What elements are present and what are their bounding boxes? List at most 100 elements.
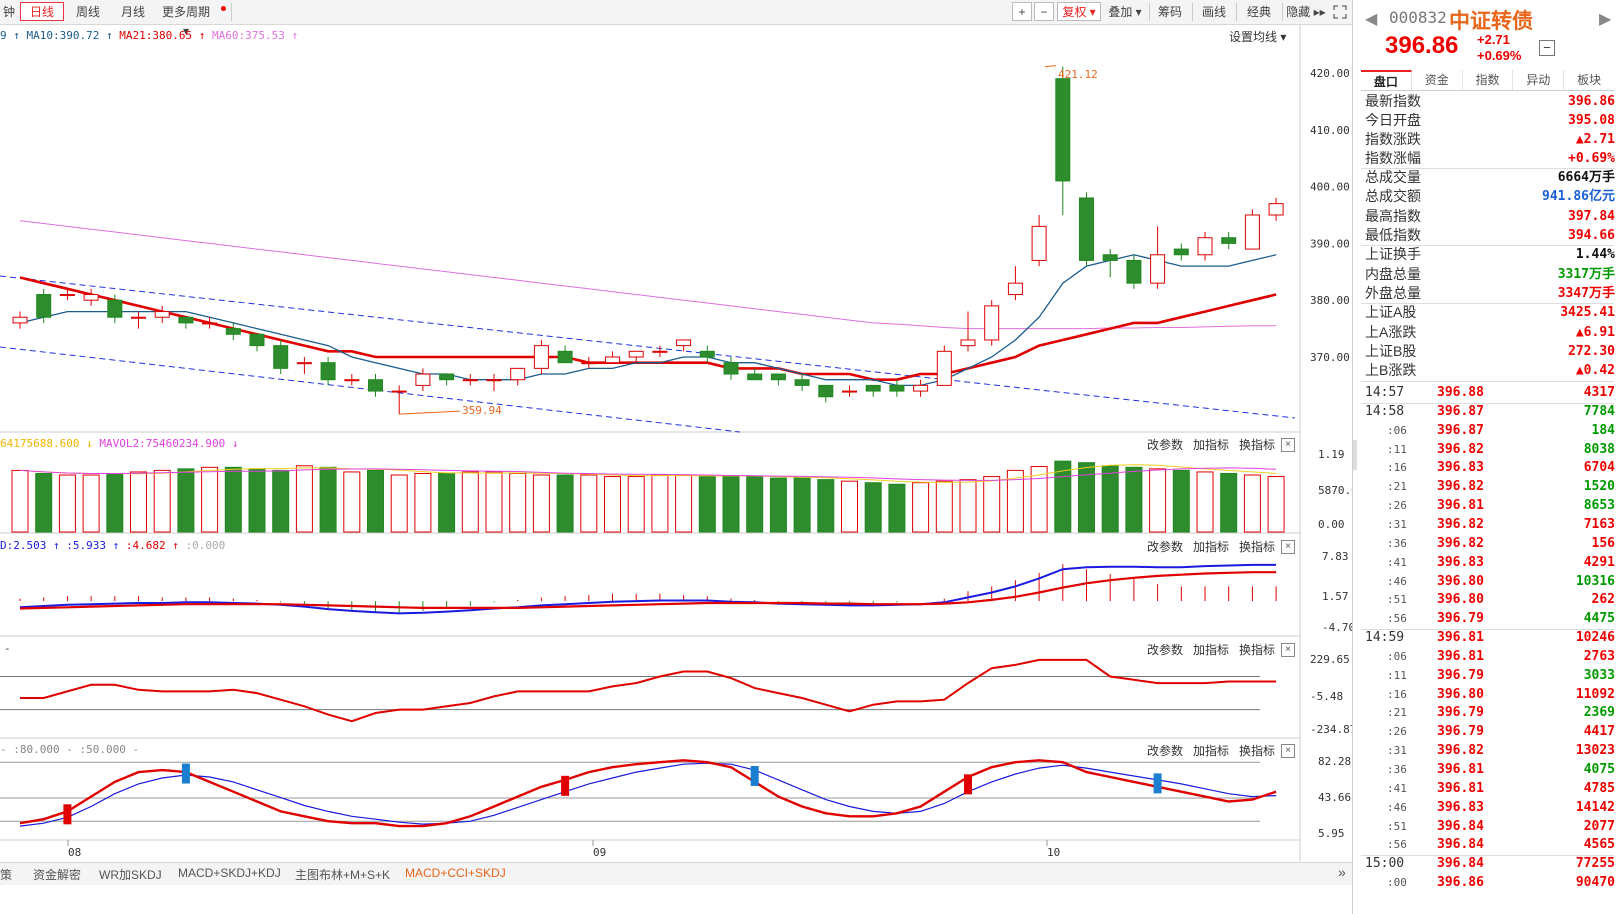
add-indicator-button[interactable]: 加指标: [1193, 643, 1229, 657]
tick-time: :56: [1387, 838, 1407, 852]
tab-depth[interactable]: 盘口: [1361, 70, 1412, 90]
close-icon[interactable]: ×: [1281, 744, 1295, 758]
tab-sector[interactable]: 板块: [1564, 70, 1614, 90]
edit-params-button[interactable]: 改参数: [1147, 540, 1183, 554]
candle-body: [605, 356, 620, 364]
cci-legend: -: [4, 642, 11, 655]
kdj-cross-marker: [1153, 773, 1162, 794]
macd-value: D:2.503: [0, 539, 47, 552]
switch-indicator-button[interactable]: 换指标: [1239, 744, 1275, 758]
tab-anomaly[interactable]: 异动: [1513, 70, 1565, 90]
tab-capital[interactable]: 资金: [1412, 70, 1463, 90]
tick-time: :11: [1387, 668, 1407, 682]
tab-more-periods[interactable]: 更多周期 ▾: [158, 2, 214, 38]
stat-label: 外盘总量: [1365, 285, 1421, 301]
next-stock-icon[interactable]: ▶: [1599, 9, 1611, 29]
tab-minute-cut[interactable]: 钟: [0, 2, 18, 21]
switch-indicator-button[interactable]: 换指标: [1239, 540, 1275, 554]
tab-fund-decode[interactable]: 资金解密: [33, 866, 81, 883]
tab-monthly[interactable]: 月线: [113, 2, 153, 21]
stat-row: 最新指数 396.86: [1365, 92, 1615, 111]
collapse-icon[interactable]: −: [1539, 40, 1555, 56]
scroll-right-icon[interactable]: »: [1338, 864, 1346, 880]
hide-button[interactable]: 隐藏 ▸▸: [1285, 2, 1327, 21]
tick-row: :51 396.80 262: [1365, 591, 1615, 610]
switch-indicator-button[interactable]: 换指标: [1239, 643, 1275, 657]
stock-code: 000832: [1389, 8, 1447, 27]
tick-time: :46: [1387, 800, 1407, 814]
candle-body: [628, 350, 644, 358]
zoom-out-button[interactable]: −: [1034, 2, 1054, 21]
tick-price: 396.84: [1437, 837, 1484, 853]
overlay-button[interactable]: 叠加 ▾: [1104, 2, 1146, 21]
add-indicator-button[interactable]: 加指标: [1193, 540, 1229, 554]
candle-body: [296, 362, 312, 365]
volume-bar: [1030, 466, 1048, 533]
volume-bar: [35, 472, 53, 533]
stat-row: 上证A股 3425.41: [1365, 303, 1615, 322]
tab-macd-cci-skdj[interactable]: MACD+CCI+SKDJ: [405, 866, 506, 880]
tick-volume: 1520: [1583, 479, 1615, 495]
date-tick-label: 08: [68, 846, 81, 859]
minus-icon: -: [0, 743, 7, 756]
tick-volume: 4075: [1583, 762, 1615, 777]
classic-button[interactable]: 经典: [1240, 2, 1278, 21]
tab-strategy[interactable]: 策: [0, 866, 12, 883]
panel-splitter-handle[interactable]: [1353, 440, 1357, 470]
close-icon[interactable]: ×: [1281, 438, 1295, 452]
close-icon[interactable]: ×: [1281, 540, 1295, 554]
tab-index[interactable]: 指数: [1463, 70, 1514, 90]
cci-line: [20, 658, 1277, 723]
candle-body: [59, 294, 75, 297]
price-tick-label: 420.00: [1310, 67, 1350, 80]
tick-time: :51: [1387, 593, 1407, 607]
price-change: +2.71: [1477, 32, 1510, 47]
tick-time: :31: [1387, 517, 1407, 531]
zoom-in-button[interactable]: +: [1012, 2, 1032, 21]
volume-bar: [746, 476, 764, 533]
candle-body: [913, 384, 929, 392]
volume-bar: [248, 468, 266, 533]
tick-volume: 7163: [1583, 516, 1615, 532]
tick-row: :11 396.79 3033: [1365, 667, 1615, 686]
candle-body: [1197, 237, 1213, 256]
switch-indicator-button[interactable]: 换指标: [1239, 438, 1275, 452]
macd-tick-label: 1.57: [1322, 590, 1349, 603]
volume-bar: [58, 474, 76, 533]
macd-legend: D:2.503 ↑ :5.933 ↑ :4.682 ↑ :0.000: [0, 539, 225, 552]
tab-macd-skdj-kdj[interactable]: MACD+SKDJ+KDJ: [178, 866, 281, 880]
add-indicator-button[interactable]: 加指标: [1193, 438, 1229, 452]
price-tick-label: 400.00: [1310, 181, 1350, 194]
edit-params-button[interactable]: 改参数: [1147, 744, 1183, 758]
volume-bar: [722, 476, 740, 533]
tab-weekly[interactable]: 周线: [68, 2, 108, 21]
tab-boll-mskdj[interactable]: 主图布林+M+S+K: [295, 866, 390, 883]
tick-row: :26 396.79 4417: [1365, 723, 1615, 742]
candle-body: [865, 384, 881, 392]
volume-bar: [959, 479, 977, 533]
tick-price: 396.79: [1437, 611, 1484, 627]
volume-bar: [888, 483, 906, 533]
stat-value: 6664万手: [1557, 170, 1615, 185]
candle-body: [1173, 248, 1189, 256]
stat-row: 上证B股 272.30: [1365, 342, 1615, 361]
candle-body: [131, 316, 146, 319]
candle-body: [225, 328, 241, 335]
chips-button[interactable]: 筹码: [1152, 2, 1188, 21]
tick-price: 396.82: [1437, 441, 1484, 457]
volume-bar: [698, 476, 716, 533]
edit-params-button[interactable]: 改参数: [1147, 643, 1183, 657]
close-icon[interactable]: ×: [1281, 643, 1295, 657]
edit-params-button[interactable]: 改参数: [1147, 438, 1183, 452]
expand-icon[interactable]: [1330, 2, 1350, 21]
volume-legend: 64175688.600 ↓ MAVOL2:75460234.900 ↓: [0, 437, 238, 450]
tick-volume: 13023: [1575, 743, 1615, 759]
tab-daily[interactable]: 日线: [20, 2, 64, 21]
set-ma-button[interactable]: 设置均线 ▾: [1229, 28, 1286, 45]
adjust-rights-button[interactable]: 复权 ▾: [1057, 2, 1101, 21]
add-indicator-button[interactable]: 加指标: [1193, 744, 1229, 758]
volume-bar: [675, 474, 693, 533]
prev-stock-icon[interactable]: ◀: [1365, 9, 1377, 29]
tab-wr-skdj[interactable]: WR加SKDJ: [99, 866, 162, 883]
draw-line-button[interactable]: 画线: [1196, 2, 1232, 21]
